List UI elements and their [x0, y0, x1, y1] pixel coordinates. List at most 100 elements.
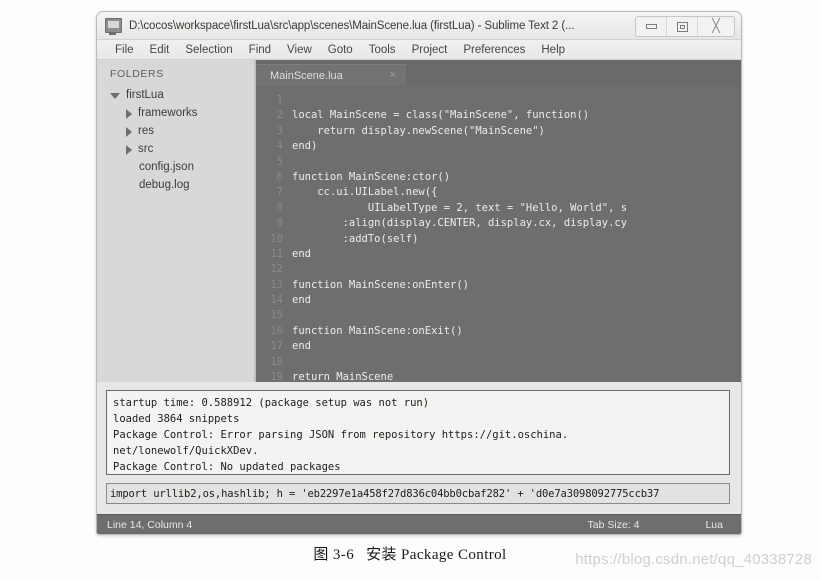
line-number: 3 — [276, 124, 283, 137]
minimize-icon — [645, 24, 657, 29]
menubar: File Edit Selection Find View Goto Tools… — [97, 40, 741, 60]
menu-file[interactable]: File — [107, 44, 142, 56]
figure-number: 图 3-6 — [313, 547, 355, 563]
menu-view[interactable]: View — [279, 44, 320, 56]
close-icon: ╳ — [712, 19, 720, 34]
menu-goto[interactable]: Goto — [320, 44, 361, 56]
line-text: end — [292, 294, 311, 307]
minimize-button[interactable] — [636, 17, 667, 36]
triangle-down-icon[interactable] — [110, 93, 120, 99]
line-text: cc.ui.UILabel.new({ — [292, 186, 438, 199]
line-text: return display.newScene("MainScene") — [292, 124, 545, 137]
console-line: startup time: 0.588912 (package setup wa… — [113, 397, 430, 409]
maximize-icon — [676, 21, 688, 32]
line-text: :addTo(self) — [292, 232, 419, 245]
line-number: 8 — [276, 201, 283, 214]
tree-label: src — [138, 143, 154, 156]
code-line: 14 end — [256, 293, 741, 308]
line-number: 2 — [276, 109, 283, 122]
status-cursor-position[interactable]: Line 14, Column 4 — [107, 519, 588, 531]
code-line: 11 end — [256, 247, 741, 262]
line-text: UILabelType = 2, text = "Hello, World", … — [292, 201, 628, 214]
menu-preferences[interactable]: Preferences — [455, 44, 533, 56]
menu-selection[interactable]: Selection — [177, 44, 240, 56]
code-line: 3 return display.newScene("MainScene") — [256, 124, 741, 139]
tab-close-icon[interactable]: × — [390, 70, 396, 81]
tree-label: debug.log — [139, 179, 190, 192]
menu-tools[interactable]: Tools — [361, 44, 404, 56]
sidebar-item-firstlua[interactable]: firstLua — [97, 87, 255, 105]
code-area[interactable]: 1 2 local MainScene = class("MainScene", … — [256, 86, 741, 382]
code-line: 18 — [256, 355, 741, 370]
line-number: 17 — [270, 340, 283, 353]
folders-sidebar: FOLDERS firstLua frameworks res src conf… — [97, 60, 255, 382]
tree-label: frameworks — [138, 107, 198, 120]
window-title: D:\cocos\workspace\firstLua\src\app\scen… — [129, 19, 575, 32]
workspace-row: FOLDERS firstLua frameworks res src conf… — [97, 60, 741, 382]
statusbar: Line 14, Column 4 Tab Size: 4 Lua — [97, 514, 741, 534]
triangle-right-icon[interactable] — [126, 145, 132, 155]
line-text: end) — [292, 140, 318, 153]
sidebar-item-res[interactable]: res — [97, 123, 255, 141]
menu-project[interactable]: Project — [404, 44, 456, 56]
line-text: end — [292, 247, 311, 260]
line-number: 11 — [270, 247, 283, 260]
close-button[interactable]: ╳ — [698, 17, 734, 36]
line-number: 10 — [270, 232, 283, 245]
figure-caption-text: 安装 Package Control — [366, 547, 507, 563]
sidebar-item-frameworks[interactable]: frameworks — [97, 105, 255, 123]
line-number: 5 — [276, 155, 283, 168]
line-number: 7 — [276, 186, 283, 199]
line-number: 13 — [270, 278, 283, 291]
line-text: local MainScene = class("MainScene", fun… — [292, 109, 590, 122]
triangle-right-icon[interactable] — [126, 127, 132, 137]
watermark: https://blog.csdn.net/qq_40338728 — [575, 551, 812, 568]
line-number: 15 — [270, 309, 283, 322]
console-line: Package Control: Error parsing JSON from… — [113, 429, 569, 441]
menu-find[interactable]: Find — [241, 44, 279, 56]
sidebar-item-config-json[interactable]: config.json — [97, 159, 255, 177]
console-line: Package Control: No updated packages — [113, 461, 341, 473]
status-language[interactable]: Lua — [705, 519, 723, 531]
folders-header: FOLDERS — [110, 68, 164, 80]
editor-pane: MainScene.lua × 1 2 local MainScene = cla… — [255, 60, 741, 382]
line-number: 1 — [276, 94, 283, 106]
window-titlebar: D:\cocos\workspace\firstLua\src\app\scen… — [97, 12, 741, 40]
tab-mainscene-lua[interactable]: MainScene.lua × — [256, 64, 406, 86]
console-command-input[interactable]: import urllib2,os,hashlib; h = 'eb2297e1… — [106, 483, 730, 504]
line-number: 6 — [276, 170, 283, 183]
line-number: 18 — [270, 355, 283, 368]
line-number: 16 — [270, 324, 283, 337]
code-line: 4 end) — [256, 139, 741, 154]
tree-label: config.json — [139, 161, 194, 174]
maximize-button[interactable] — [667, 17, 698, 36]
code-line: 2 local MainScene = class("MainScene", fu… — [256, 108, 741, 123]
triangle-right-icon[interactable] — [126, 109, 132, 119]
code-line: 10 :addTo(self) — [256, 232, 741, 247]
code-line: 9 :align(display.CENTER, display.cx, dis… — [256, 216, 741, 231]
line-number: 9 — [276, 217, 283, 230]
editor-tabbar: MainScene.lua × — [256, 60, 741, 86]
app-window-icon — [105, 18, 122, 35]
tree-label: res — [138, 125, 154, 138]
line-number: 19 — [270, 371, 283, 382]
console-output-panel[interactable]: startup time: 0.588912 (package setup wa… — [106, 390, 730, 475]
menu-edit[interactable]: Edit — [142, 44, 178, 56]
sidebar-item-debug-log[interactable]: debug.log — [97, 177, 255, 195]
page-root: D:\cocos\workspace\firstLua\src\app\scen… — [0, 0, 820, 581]
code-line: 6 function MainScene:ctor() — [256, 170, 741, 185]
code-line: 8 UILabelType = 2, text = "Hello, World"… — [256, 201, 741, 216]
code-line: 19 return MainScene — [256, 370, 741, 382]
code-line: 7 cc.ui.UILabel.new({ — [256, 185, 741, 200]
line-text: :align(display.CENTER, display.cx, displ… — [292, 217, 628, 230]
code-line: 16 function MainScene:onExit() — [256, 324, 741, 339]
menu-help[interactable]: Help — [533, 44, 573, 56]
sidebar-item-src[interactable]: src — [97, 141, 255, 159]
line-text: return MainScene — [292, 371, 394, 382]
status-tab-size[interactable]: Tab Size: 4 — [588, 519, 640, 531]
console-line: loaded 3864 snippets — [113, 413, 240, 425]
line-number: 4 — [276, 140, 283, 153]
code-line: 1 — [256, 93, 741, 108]
command-input-value: import urllib2,os,hashlib; h = 'eb2297e1… — [110, 487, 660, 500]
sublime-text-window: D:\cocos\workspace\firstLua\src\app\scen… — [96, 11, 742, 535]
